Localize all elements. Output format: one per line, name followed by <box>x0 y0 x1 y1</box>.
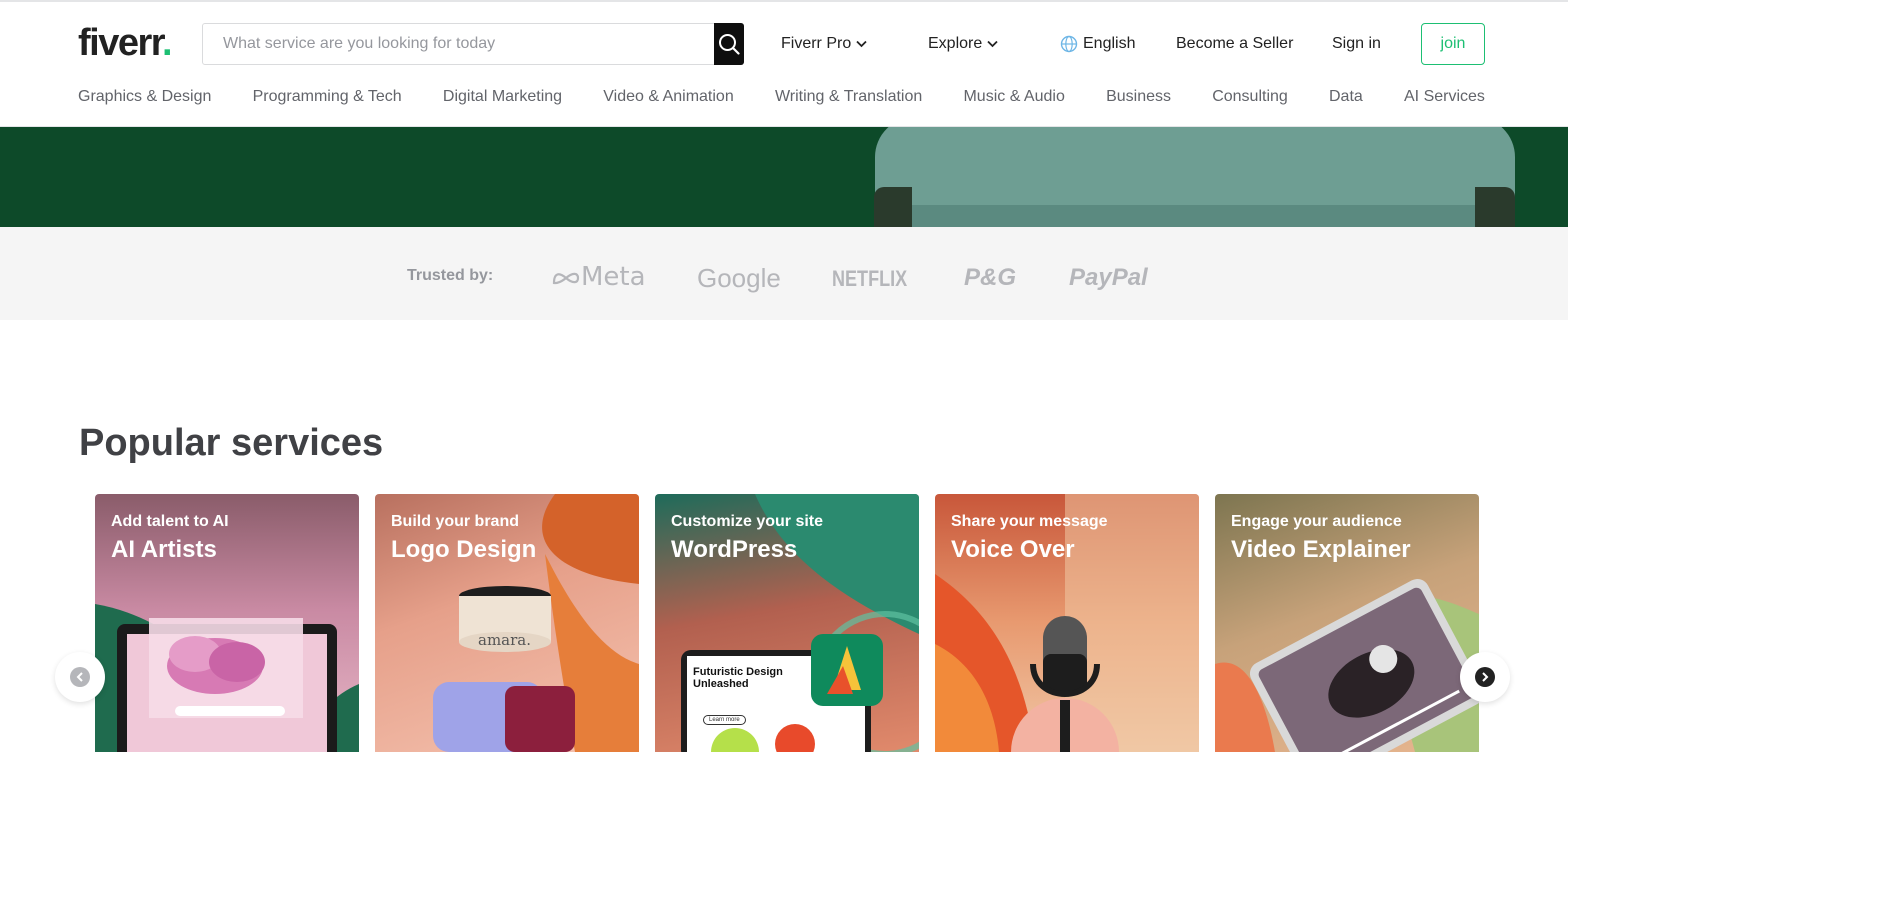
service-card-wordpress[interactable]: Futuristic Design Unleashed Learn more C… <box>655 494 919 752</box>
meta-logo: Meta <box>551 262 646 292</box>
service-card-voice-over[interactable]: Share your message Voice Over <box>935 494 1199 752</box>
language-selector[interactable]: English <box>1060 35 1135 53</box>
voice-over-art <box>935 494 1199 752</box>
chevron-left-icon <box>70 667 90 687</box>
popular-services-title: Popular services <box>79 422 384 464</box>
carousel-prev-button[interactable] <box>55 652 105 702</box>
category-video-animation[interactable]: Video & Animation <box>603 88 733 106</box>
hero-arm-left <box>874 187 912 227</box>
card-title: WordPress <box>671 536 798 563</box>
chevron-down-icon <box>856 40 867 48</box>
netflix-logo: NETFLIX <box>832 266 908 291</box>
search-button[interactable] <box>714 23 744 65</box>
search-bar <box>202 23 744 65</box>
service-card-logo-design[interactable]: amara. Build your brand Logo Design <box>375 494 639 752</box>
category-digital-marketing[interactable]: Digital Marketing <box>443 88 562 106</box>
category-nav: Graphics & Design Programming & Tech Dig… <box>78 88 1485 106</box>
become-seller-link[interactable]: Become a Seller <box>1176 35 1293 53</box>
card-subtitle: Build your brand <box>391 513 519 530</box>
category-ai-services[interactable]: AI Services <box>1404 88 1485 106</box>
pg-logo: P&G <box>964 264 1017 291</box>
fiverr-logo[interactable]: fiverr. <box>78 22 173 65</box>
carousel-next-button[interactable] <box>1460 652 1510 702</box>
explore-dropdown[interactable]: Explore <box>928 35 998 53</box>
category-data[interactable]: Data <box>1329 88 1363 106</box>
site-header: fiverr. Fiverr Pro Explore English Becom… <box>0 2 1568 127</box>
ai-artists-art <box>95 604 359 752</box>
chevron-down-icon <box>987 40 998 48</box>
card-title: Logo Design <box>391 536 537 563</box>
card-title: Voice Over <box>951 536 1075 563</box>
chevron-right-icon <box>1475 667 1495 687</box>
card-subtitle: Engage your audience <box>1231 513 1402 530</box>
wordpress-art <box>681 494 919 752</box>
search-icon <box>719 34 740 55</box>
card-title: Video Explainer <box>1231 536 1411 563</box>
card-subtitle: Customize your site <box>671 513 824 530</box>
card-subtitle: Share your message <box>951 513 1108 530</box>
join-button[interactable]: join <box>1421 23 1485 65</box>
language-label: English <box>1083 35 1136 52</box>
trusted-by-label: Trusted by: <box>407 267 494 284</box>
category-consulting[interactable]: Consulting <box>1212 88 1288 106</box>
wp-screen-text: Futuristic Design Unleashed <box>693 666 783 690</box>
trusted-by-bar: Trusted by: Meta Google NETFLIX P&G PayP… <box>0 227 1568 320</box>
video-explainer-art <box>1215 579 1479 752</box>
google-logo: Google <box>697 263 781 293</box>
fiverr-pro-dropdown[interactable]: Fiverr Pro <box>781 35 867 53</box>
category-writing-translation[interactable]: Writing & Translation <box>775 88 922 106</box>
explore-label: Explore <box>928 35 983 52</box>
hero-shirt-shade <box>905 205 1480 227</box>
search-input[interactable] <box>203 24 714 64</box>
fiverr-pro-label: Fiverr Pro <box>781 35 852 52</box>
sign-in-link[interactable]: Sign in <box>1332 35 1381 53</box>
service-card-video-explainer[interactable]: Engage your audience Video Explainer <box>1215 494 1479 752</box>
meta-infinity-icon <box>552 272 580 285</box>
card-title: AI Artists <box>111 536 217 563</box>
globe-icon <box>1060 35 1078 53</box>
card-subtitle: Add talent to AI <box>111 513 229 530</box>
category-business[interactable]: Business <box>1106 88 1171 106</box>
wp-screen-button: Learn more <box>703 715 746 725</box>
jar-label: amara. <box>478 631 531 649</box>
category-graphics-design[interactable]: Graphics & Design <box>78 88 211 106</box>
service-card-ai-artists[interactable]: Add talent to AI AI Artists <box>95 494 359 752</box>
paypal-logo: PayPal <box>1069 264 1148 291</box>
logo-design-art <box>433 494 639 752</box>
hero-banner <box>0 127 1568 227</box>
category-programming-tech[interactable]: Programming & Tech <box>253 88 402 106</box>
hero-arm-right <box>1475 187 1515 227</box>
category-music-audio[interactable]: Music & Audio <box>963 88 1064 106</box>
